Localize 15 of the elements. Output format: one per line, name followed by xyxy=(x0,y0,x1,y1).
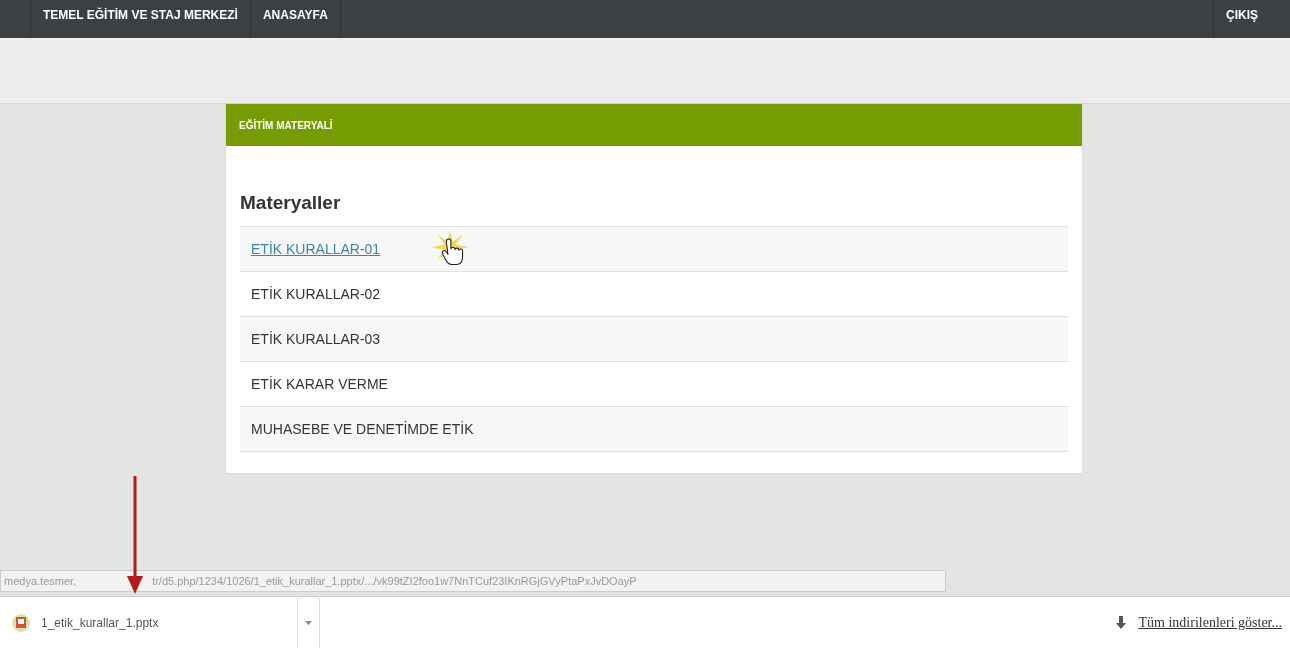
panel-title: EĞİTİM MATERYALİ xyxy=(239,119,333,131)
url-text: medya.tesmer. xyxy=(4,575,77,587)
caret-icon xyxy=(305,620,312,626)
arrow-icon xyxy=(125,476,145,596)
show-all-downloads-link[interactable]: Tüm indirilenleri göster... xyxy=(1138,615,1282,631)
presentation-file-icon xyxy=(11,613,31,633)
download-icon xyxy=(1114,616,1127,630)
file-name: 1_etik_kurallar_1.pptx xyxy=(41,616,159,630)
material-link[interactable]: MUHASEBE VE DENETİMDE ETİK xyxy=(251,421,474,437)
section-heading: Materyaller xyxy=(240,192,342,214)
url-text: tr/d5.php/1234/1026/1_etik_kurallar_1.pptx/.../vk99tZI2foo1w7NnTCuf23IKnRGjGVyPtaPxJvDOayP xyxy=(152,575,637,587)
material-link[interactable]: ETİK KURALLAR-01 xyxy=(251,241,381,257)
material-link[interactable]: ETİK KURALLAR-02 xyxy=(251,286,381,302)
material-link[interactable]: ETİK KURALLAR-03 xyxy=(251,331,381,347)
material-link[interactable]: ETİK KARAR VERME xyxy=(251,376,388,392)
